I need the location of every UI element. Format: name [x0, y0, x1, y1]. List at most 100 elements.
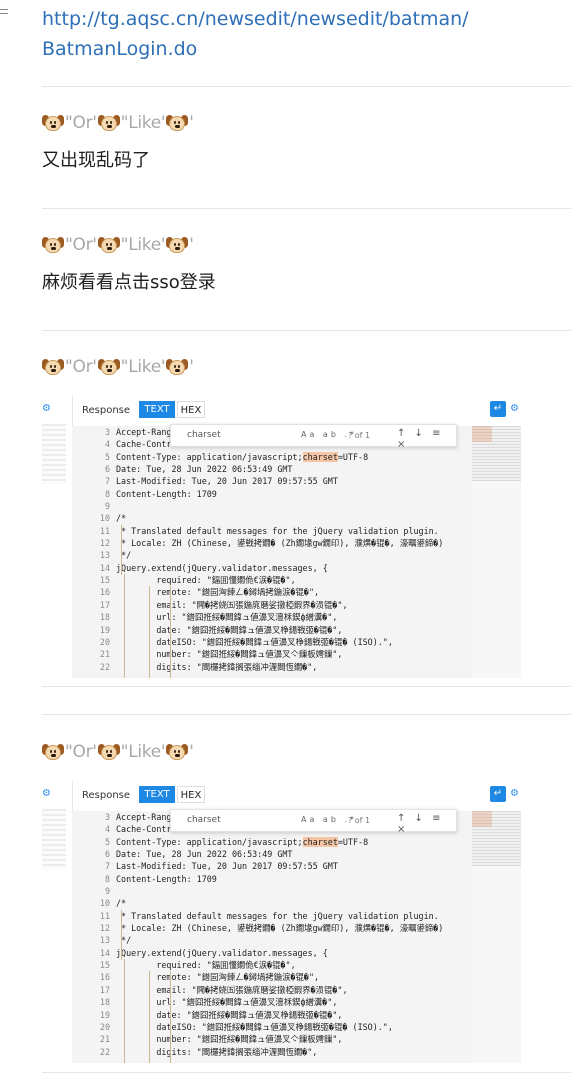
search-match-highlight: charset [302, 836, 338, 847]
dog-face-icon [42, 113, 64, 133]
author-line: "Or' "Like' ' [42, 234, 522, 256]
line-number: 19 [99, 624, 110, 635]
search-match-highlight: charset [302, 451, 338, 462]
divider [42, 330, 571, 331]
line-number: 16 [99, 972, 110, 983]
search-input[interactable]: charset [187, 430, 221, 440]
author-name-part1: "Or' [65, 113, 97, 133]
line-number: 19 [99, 1009, 110, 1020]
message-item: "Or' "Like' ' 麻烦看看点击sso登录 [42, 234, 522, 296]
line-number: 12 [99, 923, 110, 934]
line-number: 22 [99, 1046, 110, 1057]
line-number: 11 [99, 910, 110, 921]
tab-text[interactable]: TEXT [139, 786, 175, 803]
left-minimap [42, 424, 66, 484]
wrap-toggle-icon[interactable]: ↵ [490, 786, 506, 802]
message-item: "Or' "Like' ' [42, 356, 522, 378]
line-number: 11 [99, 525, 110, 536]
line-number: 9 [104, 501, 110, 512]
indent-guide [121, 910, 122, 960]
left-column: ⚙ [42, 781, 72, 1063]
message-text: 又出现乱码了 [42, 150, 150, 171]
code-editor[interactable]: 3 4 5 6 7 8 9 10 11 12 13 14 15 16 17 18 19 20 21 22 Accept… [72, 426, 472, 678]
search-widget[interactable]: charset Aa ab .* ? of 1 ↑ ↓ ≡ × [170, 424, 457, 450]
line-gutter: 3 4 5 6 7 8 9 10 11 12 13 14 15 16 17 18 19 20 21 22 [72, 426, 110, 673]
code-line: Content-Length: 1709 [116, 488, 217, 499]
wrap-toggle-icon[interactable]: ↵ [490, 401, 506, 417]
tab-hex[interactable]: HEX [177, 401, 205, 418]
line-number: 13 [99, 550, 110, 561]
gear-icon[interactable]: ⚙ [510, 788, 519, 799]
search-count: ? of 1 [348, 431, 371, 440]
message-item: "Or' "Like' ' 又出现乱码了 [42, 112, 522, 174]
code-line: */ [116, 550, 132, 561]
code-line: * Translated default messages for the jQ… [116, 525, 439, 536]
tab-text[interactable]: TEXT [139, 401, 175, 418]
minimap-highlight [472, 811, 492, 827]
line-number: 15 [99, 960, 110, 971]
dog-face-icon [97, 357, 120, 377]
line-number: 10 [99, 513, 110, 524]
gear-icon[interactable]: ⚙ [42, 789, 52, 799]
search-input[interactable]: charset [187, 815, 221, 825]
response-screenshot[interactable]: ⚙ Response TEXT HEX ↵ ⚙ 3 4 5 6 7 8 9 10 11 12 13 1… [42, 781, 521, 1063]
divider [42, 86, 571, 87]
line-number: 13 [99, 935, 110, 946]
line-number: 9 [104, 886, 110, 897]
line-number: 8 [104, 873, 110, 884]
search-nav[interactable]: ↑ ↓ ≡ × [397, 813, 456, 835]
line-number: 7 [104, 861, 110, 872]
code-editor[interactable]: 3 4 5 6 7 8 9 10 11 12 13 14 15 16 17 18 19 20 21 22 Accept… [72, 811, 472, 1063]
code-line: /* [116, 513, 127, 524]
search-count: ? of 1 [348, 816, 371, 825]
code-line: Last-Modified: Tue, 20 Jun 2017 09:57:55… [116, 476, 338, 487]
response-label: Response [82, 405, 131, 416]
code-line: Last-Modified: Tue, 20 Jun 2017 09:57:55… [116, 861, 338, 872]
code-line: Date: Tue, 28 Jun 2022 06:53:49 GMT [116, 849, 293, 860]
url-link[interactable]: http://tg.aqsc.cn/newsedit/newsedit/batm… [42, 4, 542, 64]
search-nav[interactable]: ↑ ↓ ≡ × [397, 428, 456, 450]
indent-guide [121, 525, 122, 575]
link-block: http://tg.aqsc.cn/newsedit/newsedit/batm… [42, 4, 542, 64]
code-line: Content-Length: 1709 [116, 873, 217, 884]
divider [42, 686, 571, 687]
tab-hex[interactable]: HEX [177, 786, 205, 803]
gear-icon[interactable]: ⚙ [42, 404, 52, 414]
dog-face-icon [166, 742, 189, 762]
line-number: 20 [99, 636, 110, 647]
line-gutter: 3 4 5 6 7 8 9 10 11 12 13 14 15 16 17 18 19 20 21 22 [72, 811, 110, 1058]
response-label: Response [82, 790, 131, 801]
author-name-part1: "Or' [65, 742, 97, 762]
gear-icon[interactable]: ⚙ [510, 403, 519, 414]
message-text: 麻烦看看点击sso登录 [42, 272, 216, 293]
author-tick: ' [189, 113, 194, 133]
dog-face-icon [42, 235, 64, 255]
divider [42, 1072, 571, 1073]
response-screenshot[interactable]: ⚙ Response TEXT HEX ↵ ⚙ 3 4 5 6 7 8 9 10 11 12 13 1… [42, 396, 521, 678]
charset-value: =UTF-8 [337, 451, 369, 462]
line-number: 7 [104, 476, 110, 487]
author-tick: ' [189, 235, 194, 255]
search-widget[interactable]: charset Aa ab .* ? of 1 ↑ ↓ ≡ × [170, 809, 457, 835]
line-number: 3 [104, 427, 110, 437]
dog-face-icon [166, 113, 189, 133]
indent-guide [170, 586, 171, 678]
author-name-part1: "Or' [65, 235, 97, 255]
dog-face-icon [42, 742, 64, 762]
dog-face-icon [97, 235, 120, 255]
line-number: 10 [99, 898, 110, 909]
indent-guide [124, 574, 125, 678]
line-number: 21 [99, 649, 110, 660]
dog-face-icon [42, 357, 64, 377]
line-number: 15 [99, 575, 110, 586]
author-tick: ' [189, 357, 194, 377]
line-number: 17 [99, 599, 110, 610]
dog-face-icon [97, 113, 120, 133]
code-line: jQuery.extend(jQuery.validator.messages,… [116, 562, 328, 573]
line-number: 22 [99, 661, 110, 672]
line-number: 18 [99, 612, 110, 623]
code-line: Date: Tue, 28 Jun 2022 06:53:49 GMT [116, 464, 293, 475]
line-number: 20 [99, 1021, 110, 1032]
line-number: 16 [99, 587, 110, 598]
